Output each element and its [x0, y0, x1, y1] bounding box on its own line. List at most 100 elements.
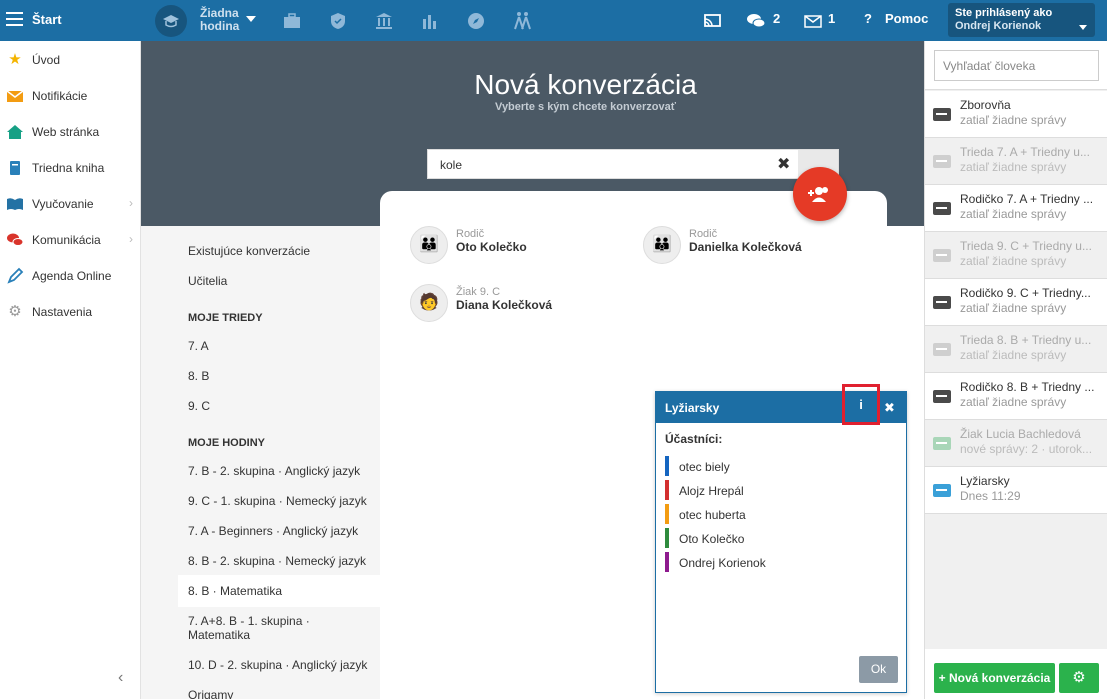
conversation-subtitle: Dnes 11:29	[960, 489, 1021, 503]
classes-heading: MOJE TRIEDY	[188, 312, 263, 324]
left-nav: ★ Úvod Notifikácie Web stránka Triedna k…	[0, 41, 141, 699]
help-icon[interactable]: ?	[864, 11, 872, 26]
conversation-title: Žiak Lucia Bachledová	[960, 427, 1081, 441]
dialog-title: Lyžiarsky	[665, 401, 720, 415]
shield-icon[interactable]	[328, 11, 348, 31]
participant-color-bar	[665, 528, 669, 548]
class-item[interactable]: 7. A	[188, 339, 209, 353]
existing-conversations-link[interactable]: Existujúce konverzácie	[188, 244, 310, 258]
lesson-item[interactable]: 7. A - Beginners · Anglický jazyk	[188, 524, 358, 538]
lesson-item-cont[interactable]: Matematika	[188, 628, 250, 642]
conversation-item[interactable]: Rodičko 9. C + Triedny... zatiaľ žiadne s…	[925, 279, 1107, 326]
person-search-field[interactable]: Vyhľadať človeka	[934, 50, 1099, 81]
nav-label: Úvod	[32, 53, 61, 67]
login-label: Ste prihlásený ako	[955, 7, 1053, 19]
participant-name: Ondrej Korienok	[679, 556, 766, 570]
nav-item-komunikacia[interactable]: Komunikácia ›	[0, 222, 141, 258]
start-link[interactable]: Štart	[32, 12, 62, 27]
add-people-button[interactable]	[793, 167, 847, 221]
lesson-item[interactable]: 8. B · Matematika	[188, 584, 282, 598]
conversation-item[interactable]: Žiak Lucia Bachledová nové správy: 2 · ut…	[925, 420, 1107, 467]
nav-item-vyucovanie[interactable]: Vyučovanie ›	[0, 186, 141, 222]
gear-icon: ⚙	[8, 303, 22, 320]
chevron-right-icon: ›	[129, 232, 133, 246]
chevron-down-icon[interactable]	[246, 16, 256, 22]
home-icon	[6, 123, 24, 141]
help-link[interactable]: Pomoc	[885, 11, 928, 26]
participant-item: otec biely	[665, 456, 865, 476]
conversation-item[interactable]: Trieda 8. B + Triedny u... zatiaľ žiadne …	[925, 326, 1107, 373]
nav-item-nastavenia[interactable]: ⚙ Nastavenia	[0, 294, 141, 330]
nav-label: Vyučovanie	[32, 197, 94, 211]
new-conversation-button[interactable]: + Nová konverzácia	[934, 663, 1055, 693]
menu-icon[interactable]	[6, 12, 23, 26]
conversation-subtitle: zatiaľ žiadne správy	[960, 113, 1067, 127]
graduation-cap-icon[interactable]	[155, 5, 187, 37]
teachers-link[interactable]: Učitelia	[188, 274, 227, 288]
clear-icon[interactable]: ✖	[777, 154, 790, 174]
page-subtitle: Vyberte s kým chcete konverzovať	[495, 101, 676, 113]
page-title: Nová konverzácia	[474, 69, 697, 100]
collapse-chevron-icon[interactable]: ‹	[118, 669, 123, 687]
conversation-item[interactable]: Rodičko 7. A + Triedny ... zatiaľ žiadne …	[925, 185, 1107, 232]
conversation-item[interactable]: Zborovňa zatiaľ žiadne správy	[925, 91, 1107, 138]
walking-people-icon[interactable]	[512, 11, 532, 31]
lesson-line-2: hodina	[200, 19, 240, 33]
nav-item-web[interactable]: Web stránka	[0, 114, 141, 150]
person-role: Žiak 9. C	[456, 286, 501, 298]
conversations-panel: Vyhľadať človeka Zborovňa zatiaľ žiadne s…	[924, 41, 1107, 699]
nav-label: Komunikácia	[32, 233, 101, 247]
conversation-subtitle: zatiaľ žiadne správy	[960, 301, 1067, 315]
lesson-item[interactable]: Origamy	[188, 688, 233, 699]
chevron-right-icon: ›	[129, 196, 133, 210]
star-icon: ★	[8, 51, 22, 68]
user-menu[interactable]: Ste prihlásený ako Ondrej Korienok	[948, 3, 1095, 37]
conversation-icon	[933, 202, 951, 215]
chat-icon	[6, 231, 24, 249]
participant-item: otec huberta	[665, 504, 865, 524]
lesson-item[interactable]: 8. B - 2. skupina · Nemecký jazyk	[188, 554, 366, 568]
lesson-item[interactable]: 7. B - 2. skupina · Anglický jazyk	[188, 464, 360, 478]
conversation-item[interactable]: Lyžiarsky Dnes 11:29	[925, 467, 1107, 514]
lesson-selector[interactable]: Žiadna hodina	[200, 7, 239, 33]
conversation-item[interactable]: Rodičko 8. B + Triedny ... zatiaľ žiadne …	[925, 373, 1107, 420]
participant-color-bar	[665, 456, 669, 476]
bar-chart-icon[interactable]	[420, 11, 440, 31]
conversation-title: Trieda 9. C + Triedny u...	[960, 239, 1092, 253]
participant-name: otec huberta	[679, 508, 746, 522]
class-item[interactable]: 8. B	[188, 369, 209, 383]
person-name: Danielka Kolečková	[689, 240, 802, 254]
participant-name: otec biely	[679, 460, 730, 474]
conversation-icon	[933, 437, 951, 450]
cast-icon[interactable]	[702, 11, 722, 31]
gear-icon[interactable]: ⚙	[1059, 663, 1099, 693]
lesson-item[interactable]: 10. D - 2. skupina · Anglický jazyk	[188, 658, 367, 672]
bank-icon[interactable]	[374, 11, 394, 31]
dialog-header: Lyžiarsky i ✖	[656, 384, 906, 425]
person-name: Diana Kolečková	[456, 298, 553, 312]
compass-icon[interactable]	[466, 11, 486, 31]
conversation-item[interactable]: Trieda 9. C + Triedny u... zatiaľ žiadne …	[925, 232, 1107, 279]
envelope-icon	[6, 87, 24, 105]
messages-count: 2	[773, 11, 781, 26]
ok-button[interactable]: Ok	[859, 656, 898, 683]
briefcase-icon[interactable]	[282, 11, 302, 31]
chat-icon[interactable]	[746, 11, 766, 31]
info-icon[interactable]: i	[842, 384, 880, 425]
mail-icon[interactable]	[803, 11, 823, 31]
nav-item-triedna-kniha[interactable]: Triedna kniha	[0, 150, 141, 186]
lesson-item[interactable]: 7. A+8. B - 1. skupina ·	[188, 614, 310, 628]
nav-item-notifikacie[interactable]: Notifikácie	[0, 78, 141, 114]
nav-item-uvod[interactable]: ★ Úvod	[0, 42, 141, 78]
lesson-item[interactable]: 9. C - 1. skupina · Nemecký jazyk	[188, 494, 367, 508]
conversation-title: Trieda 8. B + Triedny u...	[960, 333, 1092, 347]
conversation-item[interactable]: Trieda 7. A + Triedny u... zatiaľ žiadne …	[925, 138, 1107, 185]
close-icon[interactable]: ✖	[884, 400, 895, 416]
conversation-subtitle: zatiaľ žiadne správy	[960, 207, 1067, 221]
person-role: Rodič	[689, 228, 718, 240]
nav-item-agenda[interactable]: Agenda Online	[0, 258, 141, 294]
person-search-input[interactable]: kole ✖	[427, 149, 839, 179]
nav-label: Triedna kniha	[32, 161, 105, 175]
class-item-active[interactable]: 9. C	[188, 399, 210, 413]
panel-footer: + Nová konverzácia ⚙	[925, 649, 1107, 699]
